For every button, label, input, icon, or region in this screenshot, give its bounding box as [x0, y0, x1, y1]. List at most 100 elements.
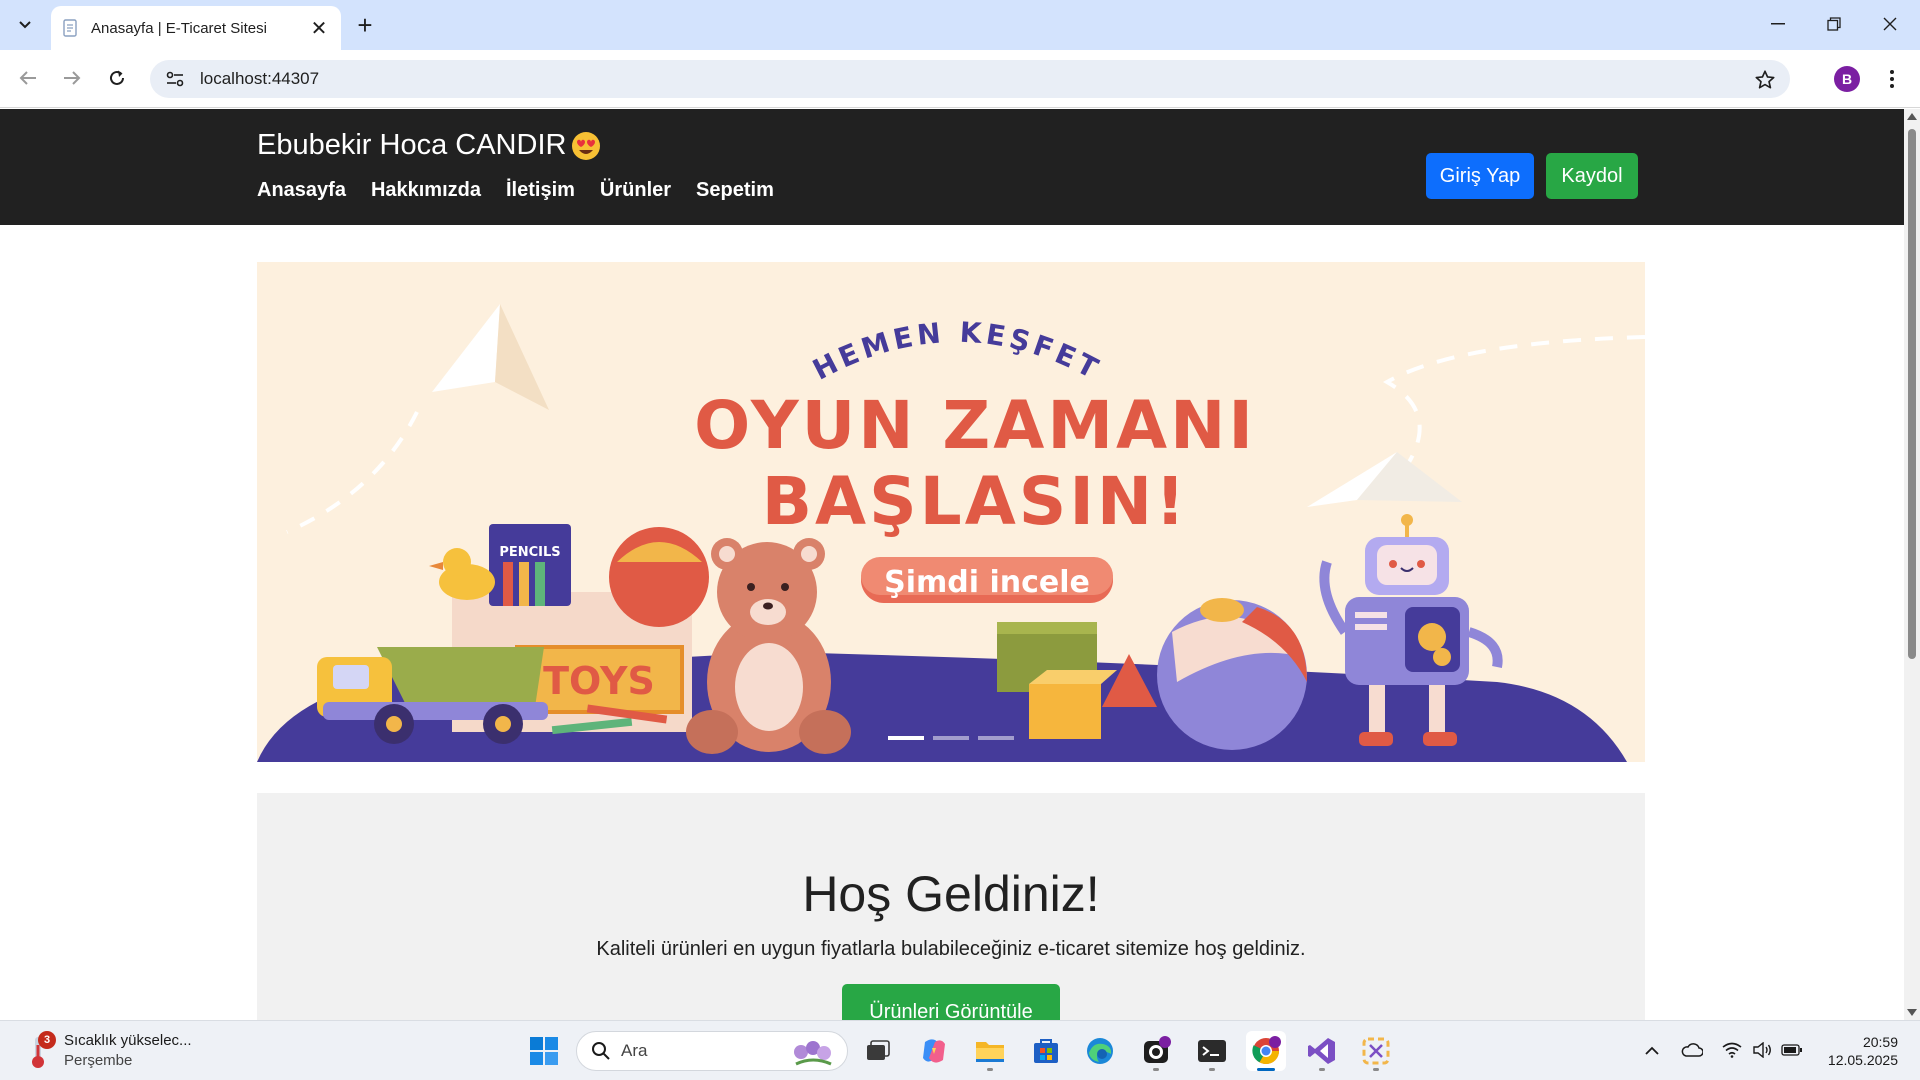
taskbar-clock[interactable]: 20:59 12.05.2025 [1818, 1033, 1898, 1069]
teddy-bear [686, 538, 851, 754]
taskbar-search[interactable]: Ara [576, 1031, 848, 1071]
nav-link-contact[interactable]: İletişim [506, 179, 575, 202]
forward-arrow-icon [64, 71, 81, 85]
hero-banner-illustration: HEMEN KEŞFET OYUN ZAMANI BAŞLASIN! Şimdi… [257, 304, 1645, 762]
banner-headline-line1: OYUN ZAMANI [694, 387, 1256, 464]
search-icon [592, 1042, 610, 1060]
close-window-icon[interactable] [1862, 6, 1918, 42]
address-bar[interactable]: localhost:44307 [150, 60, 1790, 98]
weather-widget[interactable]: 3 Sıcaklık yükselec... Perşembe [24, 1031, 192, 1071]
minimize-icon[interactable] [1750, 6, 1806, 42]
scroll-up-icon[interactable] [1907, 113, 1917, 120]
toys-label: TOYS [543, 659, 655, 703]
tab-title: Anasayfa | E-Ticaret Sitesi [91, 19, 267, 37]
carousel-indicator[interactable] [888, 736, 924, 740]
onedrive-cloud-icon[interactable] [1680, 1038, 1704, 1062]
view-products-button[interactable]: Ürünleri Görüntüle [842, 984, 1060, 1020]
page-scrollbar[interactable] [1904, 109, 1920, 1020]
wifi-icon[interactable] [1720, 1038, 1744, 1062]
reload-button[interactable] [99, 60, 135, 96]
microsoft-store-icon[interactable] [1026, 1031, 1066, 1071]
url-text: localhost:44307 [200, 69, 320, 88]
chevron-down-icon [19, 21, 31, 29]
tab-search-button[interactable] [8, 9, 42, 41]
browser-toolbar: localhost:44307 [0, 50, 1920, 108]
site-navbar: Ebubekir Hoca CANDIR Anasayfa Hakkımızda… [0, 109, 1904, 225]
chrome-browser-icon[interactable] [1246, 1031, 1286, 1071]
paper-plane-right [1307, 452, 1462, 507]
clock-time: 20:59 [1862, 1034, 1898, 1050]
battery-icon[interactable] [1780, 1038, 1804, 1062]
site-brand[interactable]: Ebubekir Hoca CANDIR [257, 129, 602, 162]
carousel-indicator[interactable] [933, 736, 969, 740]
weather-day: Perşembe [64, 1052, 133, 1069]
site-info-icon[interactable] [164, 68, 186, 90]
nav-link-home[interactable]: Anasayfa [257, 179, 346, 202]
volume-icon[interactable] [1750, 1038, 1774, 1062]
welcome-section: Hoş Geldiniz! Kaliteli ürünleri en uygun… [257, 793, 1645, 1020]
banner-cta-label: Şimdi incele [884, 565, 1090, 600]
forward-button[interactable] [54, 60, 90, 96]
page-viewport: Ebubekir Hoca CANDIR Anasayfa Hakkımızda… [0, 109, 1904, 1020]
carousel-indicator[interactable] [978, 736, 1014, 740]
browser-menu-icon[interactable] [1882, 64, 1902, 94]
back-button[interactable] [10, 60, 46, 96]
search-highlight-flowers-icon [794, 1041, 832, 1066]
red-ball [609, 527, 709, 627]
tray-chevron-up-icon[interactable] [1640, 1038, 1664, 1062]
paper-plane-left [432, 304, 549, 410]
edge-browser-icon[interactable] [1080, 1031, 1120, 1071]
hero-carousel[interactable]: HEMEN KEŞFET OYUN ZAMANI BAŞLASIN! Şimdi… [257, 262, 1645, 762]
task-view-icon[interactable] [858, 1031, 898, 1071]
windows-taskbar: 3 Sıcaklık yükselec... Perşembe Ara 20:5… [0, 1020, 1920, 1080]
weather-headline: Sıcaklık yükselec... [64, 1032, 192, 1049]
profile-avatar[interactable]: B [1834, 66, 1860, 92]
restore-icon[interactable] [1806, 6, 1862, 42]
pencils-box: PENCILS [489, 524, 571, 606]
brand-text: Ebubekir Hoca CANDIR [257, 129, 567, 161]
banner-cta-button[interactable]: Şimdi incele [861, 557, 1113, 603]
welcome-title: Hoş Geldiniz! [802, 866, 1100, 922]
scrollbar-thumb[interactable] [1908, 129, 1916, 659]
back-arrow-icon [19, 71, 36, 85]
tab-close-icon[interactable]: ✕ [307, 16, 331, 40]
banner-headline-line2: BAŞLASIN! [762, 463, 1188, 540]
running-indicator [987, 1068, 993, 1071]
weather-alert-badge: 3 [38, 1031, 56, 1049]
dashed-path-left [286, 411, 419, 534]
taskbar-search-placeholder: Ara [621, 1041, 648, 1060]
site-nav-links: Anasayfa Hakkımızda İletişim Ürünler Sep… [257, 179, 774, 202]
heart-eyes-emoji-icon [572, 131, 601, 160]
browser-tabstrip: Anasayfa | E-Ticaret Sitesi ✕ + [0, 0, 1920, 50]
welcome-text: Kaliteli ürünleri en uygun fiyatlarla bu… [596, 938, 1306, 960]
copilot-icon[interactable] [914, 1031, 954, 1071]
windows-start-icon[interactable] [524, 1031, 564, 1071]
running-indicator [1153, 1068, 1159, 1071]
login-button[interactable]: Giriş Yap [1426, 153, 1534, 199]
github-desktop-icon[interactable] [1136, 1031, 1176, 1071]
terminal-icon[interactable] [1192, 1031, 1232, 1071]
clock-date: 12.05.2025 [1827, 1052, 1898, 1068]
nav-link-about[interactable]: Hakkımızda [371, 179, 481, 202]
striped-ball [1157, 598, 1307, 750]
bookmark-star-icon[interactable] [1754, 69, 1776, 91]
nav-link-cart[interactable]: Sepetim [696, 179, 774, 202]
reload-icon [110, 70, 124, 85]
running-indicator [1209, 1068, 1215, 1071]
pencils-label: PENCILS [499, 545, 560, 560]
file-explorer-icon[interactable] [970, 1031, 1010, 1071]
snipping-tool-icon[interactable] [1356, 1031, 1396, 1071]
running-indicator [1319, 1068, 1325, 1071]
banner-kicker: HEMEN KEŞFET [807, 316, 1106, 387]
active-indicator [1257, 1068, 1275, 1071]
register-button[interactable]: Kaydol [1546, 153, 1638, 199]
nav-link-products[interactable]: Ürünler [600, 179, 671, 202]
carousel-indicators [888, 736, 1014, 740]
scroll-down-icon[interactable] [1907, 1009, 1917, 1016]
new-tab-button[interactable]: + [350, 10, 380, 40]
thermometer-icon: 3 [24, 1031, 56, 1069]
browser-tab-active[interactable]: Anasayfa | E-Ticaret Sitesi ✕ [51, 6, 341, 50]
visual-studio-icon[interactable] [1302, 1031, 1342, 1071]
rubber-duck [429, 548, 495, 600]
document-favicon-icon [63, 19, 77, 37]
